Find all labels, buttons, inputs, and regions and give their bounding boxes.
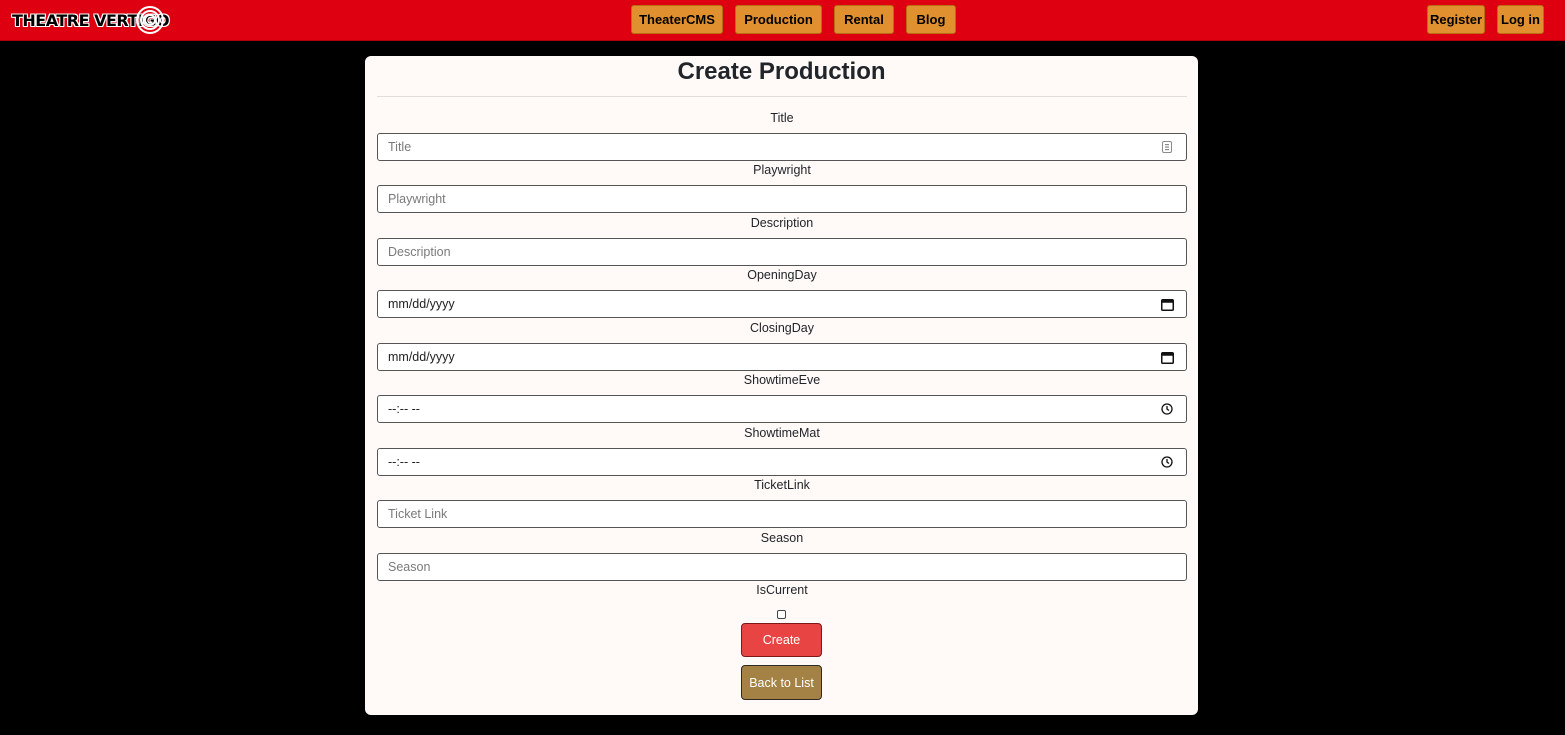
closing-day-label: ClosingDay [750,321,814,335]
autofill-icon[interactable] [1160,140,1174,154]
showtime-mat-value: --:-- -- [388,455,420,469]
ticket-link-input[interactable]: Ticket Link [377,500,1187,528]
calendar-icon[interactable] [1160,297,1174,311]
season-label: Season [760,531,804,545]
brand-logo[interactable]: THEATRE VERTIGO [12,3,170,37]
login-button[interactable]: Log in [1497,5,1544,34]
nav-production-button[interactable]: Production [735,5,822,34]
title-label: Title [770,111,794,125]
playwright-input[interactable]: Playwright [377,185,1187,213]
playwright-placeholder: Playwright [388,192,446,206]
top-navbar: THEATRE VERTIGO TheaterCMS Production Re… [0,0,1565,41]
closing-day-value: mm/dd/yyyy [388,350,455,364]
description-label: Description [750,216,814,230]
opening-day-value: mm/dd/yyyy [388,297,455,311]
showtime-eve-value: --:-- -- [388,402,420,416]
back-to-list-button[interactable]: Back to List [741,665,822,700]
opening-day-label: OpeningDay [747,268,817,282]
is-current-checkbox[interactable] [777,610,786,619]
playwright-label: Playwright [753,163,811,177]
title-divider [377,96,1187,97]
calendar-icon[interactable] [1160,350,1174,364]
clock-icon[interactable] [1160,402,1174,416]
title-placeholder: Title [388,140,412,154]
showtime-eve-label: ShowtimeEve [743,373,821,387]
description-placeholder: Description [388,245,451,259]
brand-swirl-icon [136,6,164,34]
showtime-mat-input[interactable]: --:-- -- [377,448,1187,476]
title-input[interactable]: Title [377,133,1187,161]
register-button[interactable]: Register [1427,5,1485,34]
nav-blog-button[interactable]: Blog [906,5,956,34]
nav-theatercms-button[interactable]: TheaterCMS [631,5,723,34]
page-title: Create Production [677,58,886,85]
description-input[interactable]: Description [377,238,1187,266]
ticket-link-placeholder: Ticket Link [388,507,448,521]
closing-day-input[interactable]: mm/dd/yyyy [377,343,1187,371]
nav-rental-button[interactable]: Rental [834,5,894,34]
showtime-eve-input[interactable]: --:-- -- [377,395,1187,423]
clock-icon[interactable] [1160,455,1174,469]
is-current-label: IsCurrent [756,583,808,597]
showtime-mat-label: ShowtimeMat [744,426,820,440]
ticket-link-label: TicketLink [754,478,810,492]
season-placeholder: Season [388,560,431,574]
opening-day-input[interactable]: mm/dd/yyyy [377,290,1187,318]
season-input[interactable]: Season [377,553,1187,581]
create-button[interactable]: Create [741,623,822,657]
